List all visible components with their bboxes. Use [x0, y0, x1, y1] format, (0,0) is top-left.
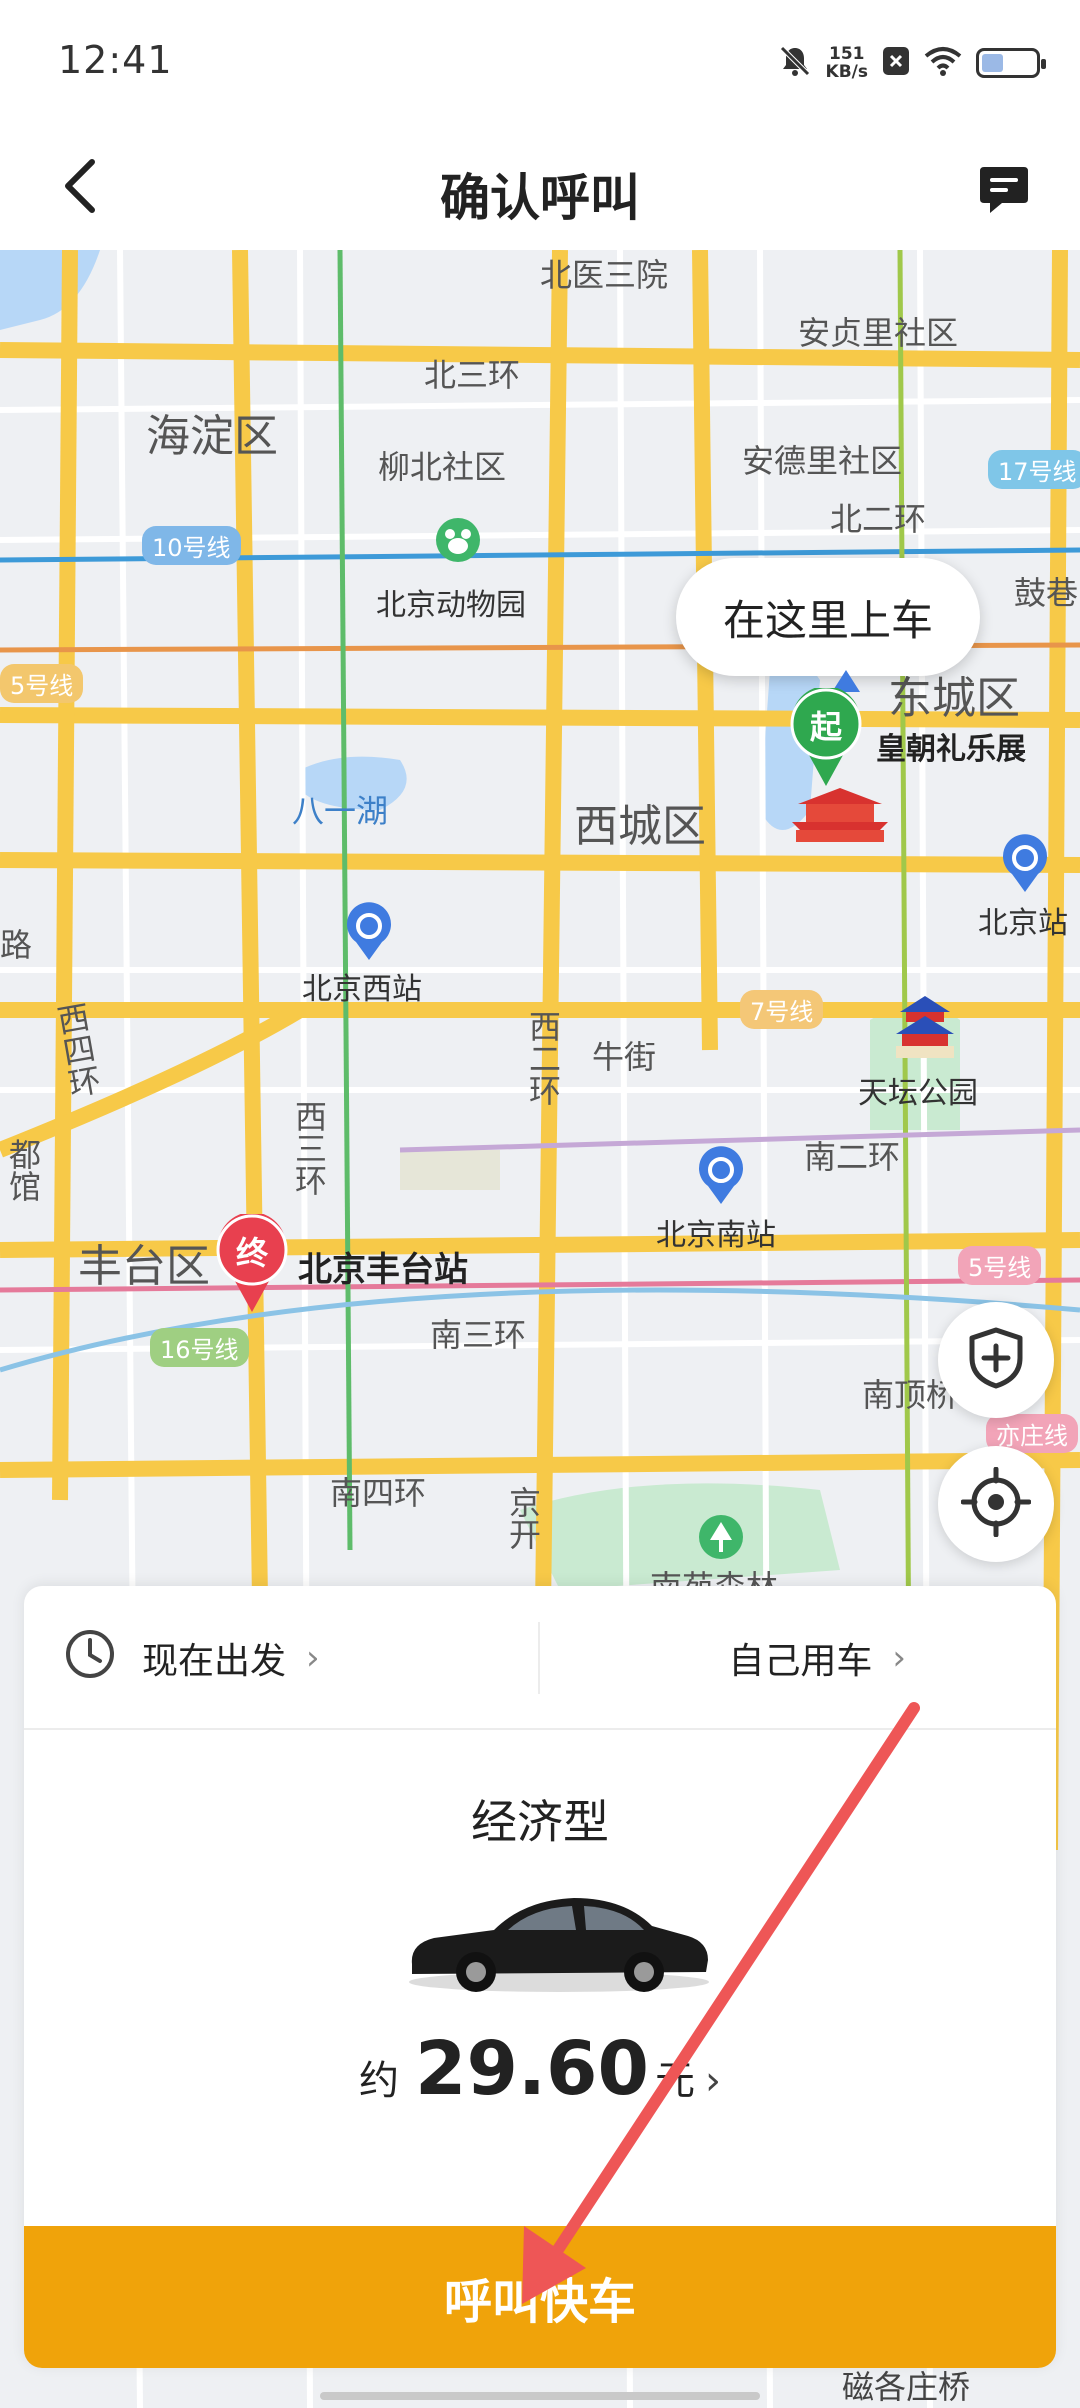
status-bar: 12:41 151 KB/s [0, 0, 1080, 130]
label-beisanhuan: 北三环 [424, 356, 521, 394]
price-row[interactable]: 约 29.60 元 › [24, 2026, 1056, 2112]
label-niujie: 牛街 [592, 1038, 657, 1076]
palace-icon [788, 784, 892, 848]
rider-label: 自己用车 [728, 1641, 873, 1682]
label-nansihuan: 南四环 [330, 1474, 427, 1512]
label-xierhuan: 西二环 [524, 1010, 562, 1106]
label-lu: 路 [0, 926, 33, 964]
locate-button[interactable] [938, 1446, 1054, 1562]
message-button[interactable] [964, 152, 1044, 232]
line-badge-10: 10号线 [142, 526, 241, 565]
chat-icon [978, 165, 1030, 219]
mute-icon [778, 44, 812, 82]
district-fengtai: 丰台区 [78, 1241, 210, 1292]
car-type-label: 经济型 [471, 1795, 609, 1849]
locate-icon [960, 1466, 1032, 1541]
shield-plus-icon [966, 1326, 1026, 1394]
station-icon [344, 902, 394, 966]
label-beijingnan: 北京南站 [656, 1218, 776, 1253]
close-box-icon [882, 46, 910, 80]
chevron-right-icon: › [892, 1638, 906, 1678]
price-value: 29.60 [414, 2026, 650, 2112]
label-andeli: 安德里社区 [742, 442, 903, 480]
district-haidian: 海淀区 [146, 411, 278, 462]
label-beierhuan: 北二环 [830, 500, 927, 538]
wifi-icon [924, 46, 962, 80]
ride-sheet: 现在出发 › 自己用车 › 经济型 约 29.60 元 › 呼叫快车 [24, 1586, 1056, 2368]
options-divider [538, 1622, 540, 1694]
line-badge-5b: 5号线 [958, 1246, 1042, 1285]
line-badge-16: 16号线 [150, 1328, 249, 1367]
call-car-button[interactable]: 呼叫快车 [24, 2226, 1056, 2368]
end-pin[interactable]: 终 [214, 1214, 290, 1314]
net-speed-unit: KB/s [825, 62, 868, 82]
line-badge-7: 7号线 [740, 990, 824, 1029]
start-pin[interactable]: 起 [788, 688, 864, 788]
line-badge-5a: 5号线 [0, 664, 84, 703]
zoo-icon [434, 516, 482, 568]
chevron-right-icon: › [306, 1638, 320, 1678]
label-beiyisanyuan: 北医三院 [540, 256, 669, 294]
label-bayihu: 八一湖 [292, 792, 389, 830]
rider-option[interactable]: 自己用车 › [728, 1586, 906, 1730]
car-image [404, 1886, 714, 2000]
header: 确认呼叫 [0, 130, 1080, 250]
battery-icon [976, 48, 1046, 78]
label-tiantan: 天坛公园 [858, 1076, 978, 1111]
start-pin-label: 起 [809, 708, 842, 746]
label-liubei: 柳北社区 [378, 448, 507, 486]
label-xisanhuan: 西三环 [290, 1100, 328, 1196]
net-speed-value: 151 [829, 44, 865, 64]
label-nansanhuan: 南三环 [430, 1316, 527, 1354]
label-guxiang: 鼓巷 [1014, 574, 1079, 612]
depart-time-option[interactable]: 现在出发 › [64, 1586, 320, 1730]
options-row: 现在出发 › 自己用车 › [24, 1586, 1056, 1730]
chevron-right-icon: › [705, 2058, 722, 2104]
depart-time-label: 现在出发 [142, 1641, 287, 1682]
label-fengtaizhan: 北京丰台站 [298, 1250, 468, 1290]
label-beijingzhan: 北京站 [978, 906, 1068, 941]
safety-button[interactable] [938, 1302, 1054, 1418]
district-xicheng: 西城区 [574, 801, 706, 852]
status-icons: 151 KB/s [778, 40, 1046, 86]
park-icon [696, 1512, 746, 1566]
pickup-bubble[interactable]: 在这里上车 [676, 558, 980, 676]
label-zoo: 北京动物园 [376, 588, 526, 623]
clock-icon [64, 1628, 116, 1689]
label-anzhenli: 安贞里社区 [798, 314, 959, 352]
status-time: 12:41 [58, 38, 173, 82]
label-jiaochiqiao: 磁各庄桥 [842, 2368, 971, 2406]
end-pin-label: 终 [235, 1234, 268, 1272]
label-nanerhuan: 南二环 [804, 1138, 901, 1176]
label-huangchao: 皇朝礼乐展 [876, 732, 1026, 767]
home-indicator[interactable] [320, 2392, 760, 2400]
label-jingkai: 京开 [504, 1486, 542, 1550]
price-unit: 元 [655, 2058, 696, 2104]
page-title: 确认呼叫 [440, 169, 640, 227]
label-duguan: 都馆 [4, 1138, 42, 1202]
station-icon [696, 1146, 746, 1210]
temple-icon [890, 994, 960, 1068]
net-speed: 151 KB/s [826, 45, 868, 81]
label-beijingxi: 北京西站 [302, 972, 422, 1007]
station-icon [1000, 834, 1050, 898]
price-prefix: 约 [358, 2058, 399, 2104]
line-badge-17: 17号线 [988, 450, 1080, 489]
battery-fill [982, 54, 1003, 72]
